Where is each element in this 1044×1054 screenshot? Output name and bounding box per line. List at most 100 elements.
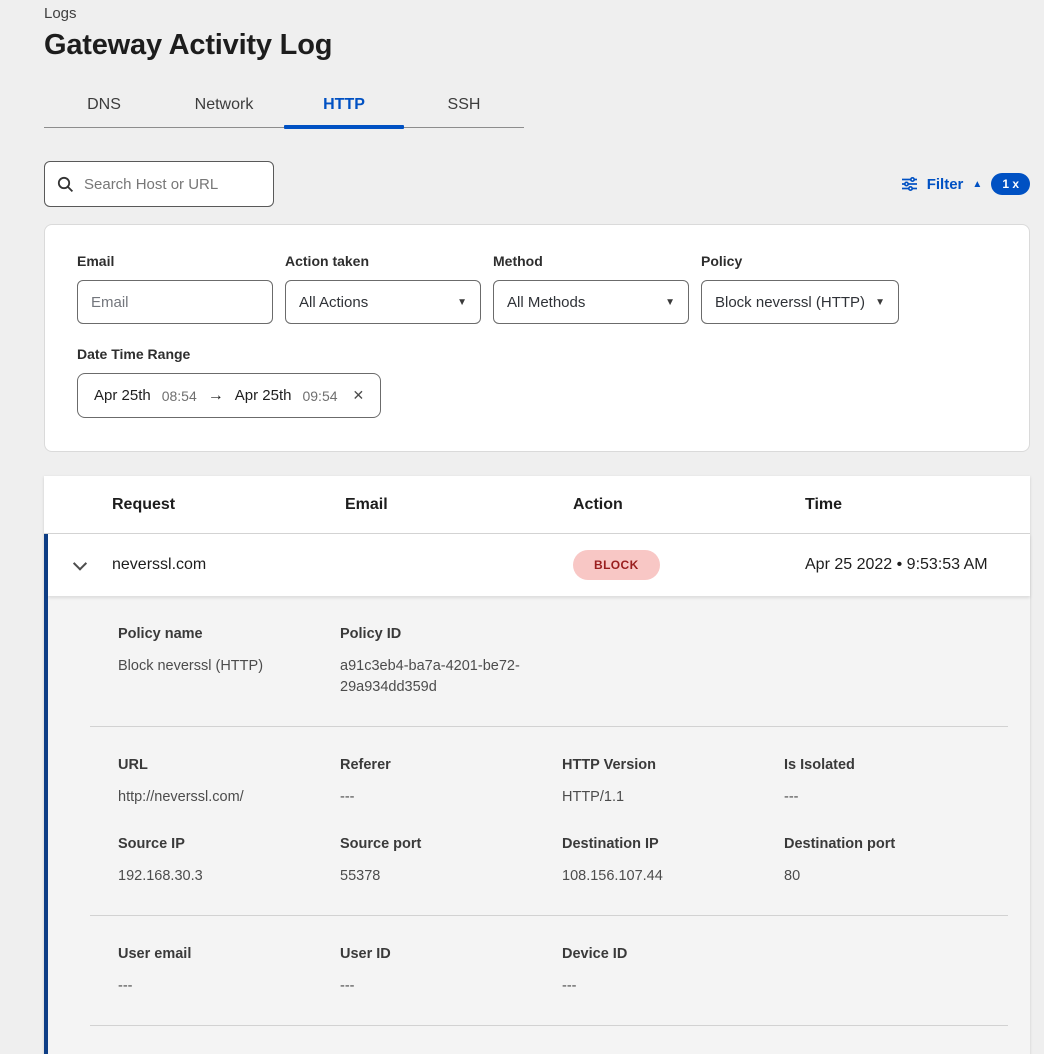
search-box[interactable] xyxy=(44,161,274,207)
is-isolated-label: Is Isolated xyxy=(784,757,1006,773)
is-isolated-value: --- xyxy=(784,787,1006,808)
source-ip-field: Source IP 192.168.30.3 xyxy=(118,836,340,887)
tab-bar: DNS Network HTTP SSH xyxy=(44,86,524,128)
destination-port-field: Destination port 80 xyxy=(784,836,1006,887)
url-label: URL xyxy=(118,757,340,773)
clear-date-range-icon[interactable]: ✕ xyxy=(353,387,365,404)
action-taken-select[interactable]: All Actions ▼ xyxy=(285,280,481,324)
column-header-request: Request xyxy=(112,496,345,514)
row-action-cell: BLOCK xyxy=(573,550,805,580)
row-request-cell[interactable]: neverssl.com xyxy=(112,556,345,574)
filter-button[interactable]: Filter xyxy=(927,176,964,193)
user-id-value: --- xyxy=(340,976,562,997)
policy-section: Policy name Block neverssl (HTTP) Policy… xyxy=(90,596,1008,726)
search-input[interactable] xyxy=(84,176,261,193)
device-id-label: Device ID xyxy=(562,946,784,962)
filter-controls: Filter ▲ 1 x xyxy=(901,173,1030,195)
table-header-row: Request Email Action Time xyxy=(44,476,1030,534)
policy-id-label: Policy ID xyxy=(340,626,562,642)
block-status-badge: BLOCK xyxy=(573,550,660,580)
device-id-value: --- xyxy=(562,976,784,997)
device-id-field: Device ID --- xyxy=(562,946,784,997)
request-section: URL http://neverssl.com/ Referer --- HTT… xyxy=(90,727,1008,915)
referer-field: Referer --- xyxy=(340,757,562,808)
user-id-label: User ID xyxy=(340,946,562,962)
policy-value: Block neverssl (HTTP) xyxy=(715,294,865,311)
chevron-down-icon: ▼ xyxy=(875,297,885,308)
policy-id-field: Policy ID a91c3eb4-ba7a-4201-be72-29a934… xyxy=(340,626,562,698)
url-field: URL http://neverssl.com/ xyxy=(118,757,340,808)
is-isolated-field: Is Isolated --- xyxy=(784,757,1006,808)
row-time-cell: Apr 25 2022 • 9:53:53 AM xyxy=(805,556,1030,574)
http-version-value: HTTP/1.1 xyxy=(562,787,784,808)
range-end-date[interactable]: Apr 25th xyxy=(235,387,292,404)
date-time-range-field: Date Time Range Apr 25th 08:54 → Apr 25t… xyxy=(77,346,997,418)
filter-count-badge[interactable]: 1 x xyxy=(991,173,1030,195)
range-start-date[interactable]: Apr 25th xyxy=(94,387,151,404)
destination-ip-field: Destination IP 108.156.107.44 xyxy=(562,836,784,887)
user-id-field: User ID --- xyxy=(340,946,562,997)
source-ip-value: 192.168.30.3 xyxy=(118,866,340,887)
filter-sliders-icon[interactable] xyxy=(901,176,918,192)
url-value: http://neverssl.com/ xyxy=(118,787,340,808)
policy-id-link[interactable]: a91c3eb4-ba7a-4201-be72-29a934dd359d xyxy=(340,656,532,698)
destination-ip-value: 108.156.107.44 xyxy=(562,866,784,887)
activity-log-table: Request Email Action Time neverssl.com B… xyxy=(44,476,1030,1054)
destination-port-value: 80 xyxy=(784,866,1006,887)
referer-value: --- xyxy=(340,787,562,808)
user-section: User email --- User ID --- Device ID --- xyxy=(90,916,1008,1025)
tab-ssh[interactable]: SSH xyxy=(404,86,524,127)
tab-dns[interactable]: DNS xyxy=(44,86,164,127)
column-header-action: Action xyxy=(573,496,805,514)
policy-field: Policy Block neverssl (HTTP) ▼ xyxy=(701,253,899,324)
range-end-time[interactable]: 09:54 xyxy=(302,388,337,404)
column-header-email: Email xyxy=(345,496,573,514)
arrow-right-icon: → xyxy=(208,387,224,405)
email-filter-label: Email xyxy=(77,253,273,269)
source-port-label: Source port xyxy=(340,836,562,852)
range-start-time[interactable]: 08:54 xyxy=(162,388,197,404)
source-port-field: Source port 55378 xyxy=(340,836,562,887)
row-details-panel: Policy name Block neverssl (HTTP) Policy… xyxy=(48,596,1030,1054)
user-email-value: --- xyxy=(118,976,340,997)
tab-network[interactable]: Network xyxy=(164,86,284,127)
expanded-row-block: neverssl.com BLOCK Apr 25 2022 • 9:53:53… xyxy=(44,534,1030,1054)
collapse-row-chevron-icon[interactable] xyxy=(73,557,87,571)
table-row[interactable]: neverssl.com BLOCK Apr 25 2022 • 9:53:53… xyxy=(48,534,1030,596)
method-value: All Methods xyxy=(507,294,585,311)
column-header-time: Time xyxy=(805,496,1030,514)
http-version-label: HTTP Version xyxy=(562,757,784,773)
breadcrumb[interactable]: Logs xyxy=(44,5,1030,22)
tab-http[interactable]: HTTP xyxy=(284,86,404,127)
action-taken-field: Action taken All Actions ▼ xyxy=(285,253,481,324)
source-ip-label: Source IP xyxy=(118,836,340,852)
date-time-range-picker[interactable]: Apr 25th 08:54 → Apr 25th 09:54 ✕ xyxy=(77,373,381,418)
policy-name-field: Policy name Block neverssl (HTTP) xyxy=(118,626,340,698)
method-field: Method All Methods ▼ xyxy=(493,253,689,324)
referer-label: Referer xyxy=(340,757,562,773)
chevron-down-icon: ▼ xyxy=(665,297,675,308)
toolbar: Filter ▲ 1 x xyxy=(44,161,1030,207)
method-select[interactable]: All Methods ▼ xyxy=(493,280,689,324)
method-label: Method xyxy=(493,253,689,269)
destination-ip-label: Destination IP xyxy=(562,836,784,852)
action-taken-value: All Actions xyxy=(299,294,368,311)
user-email-label: User email xyxy=(118,946,340,962)
gateway-activity-log-page: Logs Gateway Activity Log DNS Network HT… xyxy=(0,0,1044,1054)
filter-collapse-caret-icon[interactable]: ▲ xyxy=(972,179,982,190)
user-email-field: User email --- xyxy=(118,946,340,997)
policy-label: Policy xyxy=(701,253,899,269)
filter-panel: Email Action taken All Actions ▼ Method … xyxy=(44,224,1030,452)
policy-name-value: Block neverssl (HTTP) xyxy=(118,656,340,677)
page-title: Gateway Activity Log xyxy=(44,29,1030,62)
email-filter-field: Email xyxy=(77,253,273,324)
destination-port-label: Destination port xyxy=(784,836,1006,852)
details-footer: View domain details in Radar → xyxy=(90,1026,1008,1054)
email-filter-input[interactable] xyxy=(77,280,273,324)
action-taken-label: Action taken xyxy=(285,253,481,269)
search-icon xyxy=(57,176,74,193)
http-version-field: HTTP Version HTTP/1.1 xyxy=(562,757,784,808)
date-time-range-label: Date Time Range xyxy=(77,346,997,362)
policy-select[interactable]: Block neverssl (HTTP) ▼ xyxy=(701,280,899,324)
source-port-value: 55378 xyxy=(340,866,562,887)
